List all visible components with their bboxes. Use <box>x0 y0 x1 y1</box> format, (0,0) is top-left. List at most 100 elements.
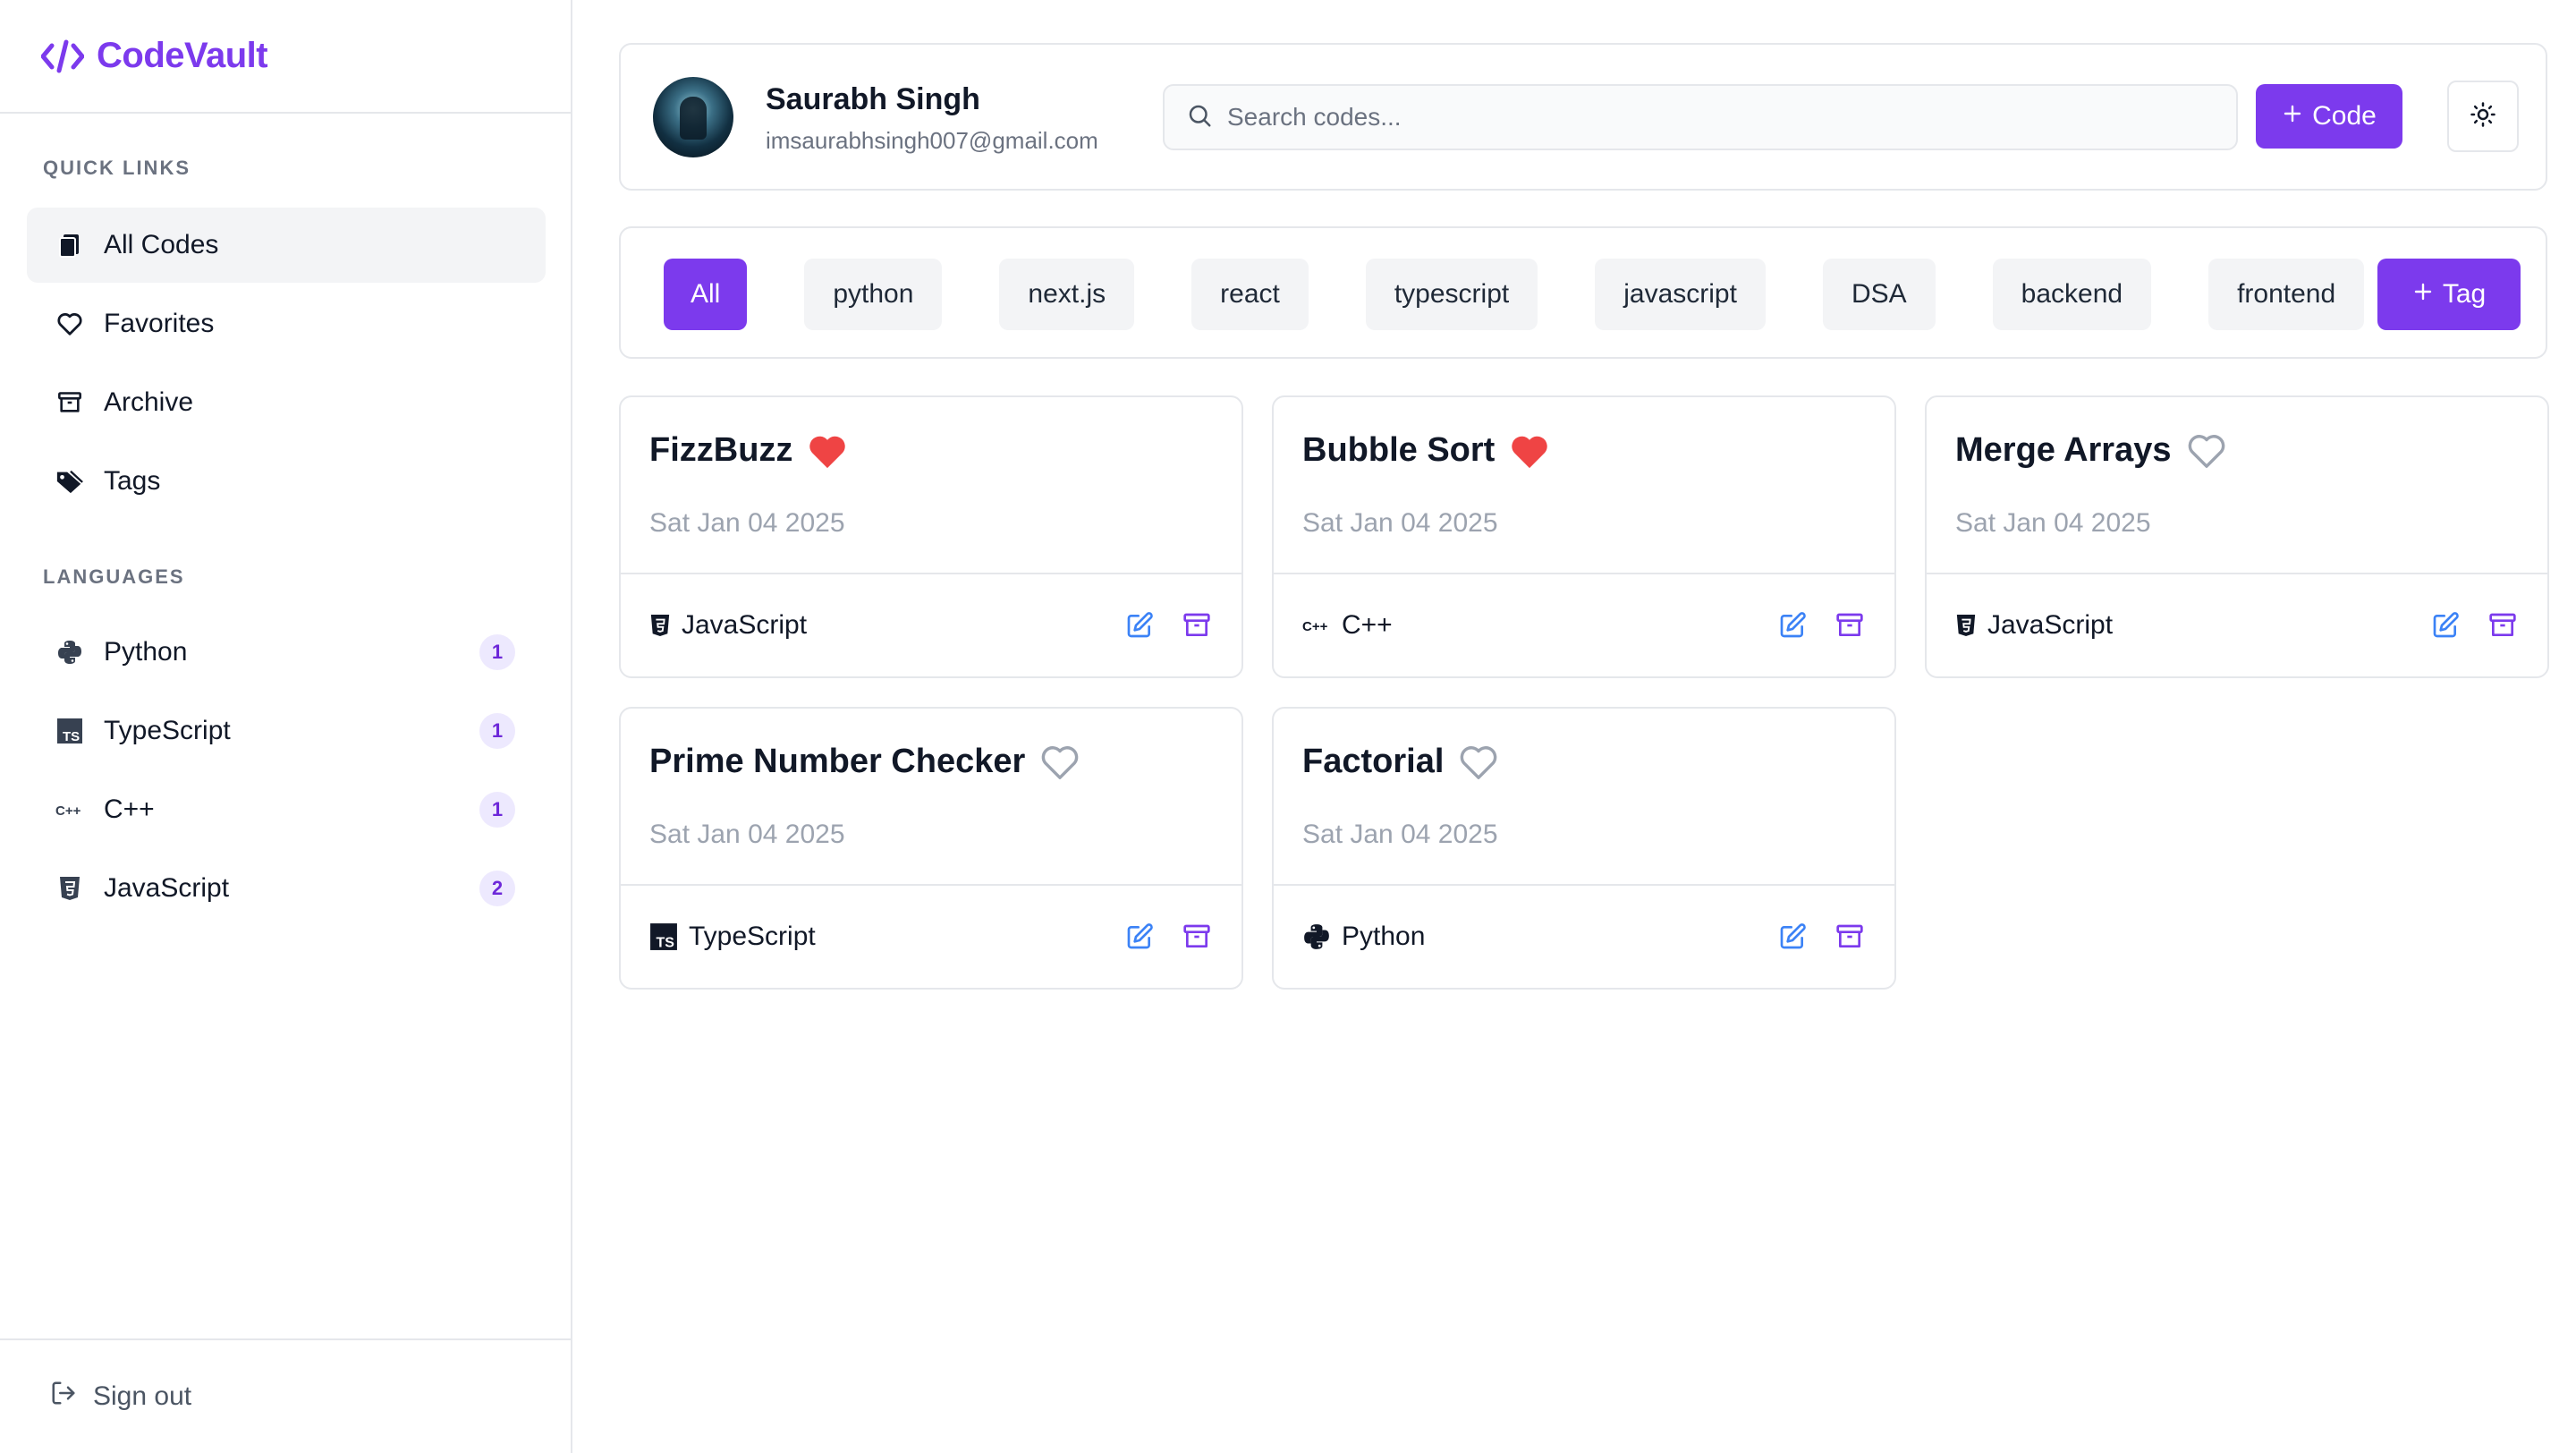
code-card[interactable]: Prime Number Checker Sat Jan 04 2025 TS Typ… <box>619 707 1243 990</box>
code-card[interactable]: FizzBuzz Sat Jan 04 2025 JavaScript <box>619 395 1243 678</box>
tag-chip-typescript[interactable]: typescript <box>1365 259 1538 330</box>
add-tag-button[interactable]: Tag <box>2377 259 2521 330</box>
card-header: FizzBuzz Sat Jan 04 2025 <box>621 397 1241 574</box>
code-card[interactable]: Bubble Sort Sat Jan 04 2025 C++ C++ <box>1272 395 1896 678</box>
tag-chip-nextjs[interactable]: next.js <box>999 259 1135 330</box>
count-badge: 1 <box>479 792 515 828</box>
code-card[interactable]: Factorial Sat Jan 04 2025 Python <box>1272 707 1896 990</box>
add-code-button[interactable]: Code <box>2256 84 2402 149</box>
edit-icon[interactable] <box>1776 609 1809 642</box>
sidebar-item-typescript[interactable]: TS TypeScript 1 <box>27 693 546 769</box>
sidebar-item-python[interactable]: Python 1 <box>27 615 546 690</box>
tag-chip-all[interactable]: All <box>664 259 748 330</box>
card-date: Sat Jan 04 2025 <box>1955 508 2151 538</box>
svg-text:C++: C++ <box>55 803 81 819</box>
tags-icon <box>55 467 84 496</box>
search-input[interactable] <box>1227 103 2211 132</box>
edit-icon[interactable] <box>1123 609 1156 642</box>
avatar[interactable] <box>653 77 733 157</box>
card-date: Sat Jan 04 2025 <box>1302 508 1498 538</box>
card-language-label: C++ <box>1342 610 1393 640</box>
archive-icon <box>55 388 84 417</box>
count-badge: 2 <box>479 871 515 906</box>
typescript-icon: TS <box>55 717 84 745</box>
archive-icon[interactable] <box>1834 609 1866 642</box>
tag-chip-javascript[interactable]: javascript <box>1595 259 1766 330</box>
card-title: Bubble Sort <box>1302 431 1496 469</box>
edit-icon[interactable] <box>1776 921 1809 953</box>
card-title-row: Merge Arrays <box>1955 431 2227 470</box>
svg-text:C++: C++ <box>1302 619 1328 634</box>
copy-icon <box>55 231 84 259</box>
tag-chip-frontend[interactable]: frontend <box>2208 259 2365 330</box>
add-code-label: Code <box>2312 101 2377 131</box>
count-badge: 1 <box>479 713 515 749</box>
tag-chip-react[interactable]: react <box>1191 259 1309 330</box>
typescript-icon: TS <box>649 922 678 951</box>
card-title-row: Bubble Sort <box>1302 431 1550 470</box>
sign-out-button[interactable]: Sign out <box>0 1338 571 1453</box>
archive-icon[interactable] <box>1834 921 1866 953</box>
card-title-row: FizzBuzz <box>649 431 848 470</box>
card-header: Merge Arrays Sat Jan 04 2025 <box>1927 397 2547 574</box>
card-language-label: TypeScript <box>689 922 816 951</box>
sidebar-item-favorites[interactable]: Favorites <box>27 286 546 361</box>
theme-toggle-button[interactable] <box>2447 81 2519 152</box>
tag-chip-dsa[interactable]: DSA <box>1822 259 1936 330</box>
heart-icon[interactable] <box>1039 743 1080 781</box>
edit-icon[interactable] <box>2429 609 2462 642</box>
sidebar-item-all-codes[interactable]: All Codes <box>27 208 546 283</box>
heart-icon[interactable] <box>1458 743 1499 781</box>
card-title: FizzBuzz <box>649 431 793 469</box>
languages-title: LANGUAGES <box>43 565 185 588</box>
code-icon <box>41 38 84 74</box>
svg-text:TS: TS <box>63 729 80 744</box>
archive-icon[interactable] <box>1181 921 1213 953</box>
javascript-icon <box>55 874 84 903</box>
card-date: Sat Jan 04 2025 <box>649 508 845 538</box>
sidebar-item-javascript[interactable]: JavaScript 2 <box>27 851 546 926</box>
archive-icon[interactable] <box>1181 609 1213 642</box>
archive-icon[interactable] <box>2487 609 2519 642</box>
javascript-icon <box>1955 613 1977 638</box>
sidebar-item-archive[interactable]: Archive <box>27 365 546 440</box>
heart-filled-icon[interactable] <box>1509 432 1550 470</box>
sidebar-item-label: Tags <box>104 466 161 496</box>
search-bar[interactable] <box>1163 84 2238 150</box>
card-footer: TS TypeScript <box>621 886 1241 988</box>
card-header: Bubble Sort Sat Jan 04 2025 <box>1274 397 1894 574</box>
code-card[interactable]: Merge Arrays Sat Jan 04 2025 JavaScript <box>1925 395 2549 678</box>
app-name: CodeVault <box>97 36 268 75</box>
brand[interactable]: CodeVault <box>0 0 571 114</box>
sidebar-item-tags[interactable]: Tags <box>27 444 546 519</box>
card-header: Prime Number Checker Sat Jan 04 2025 <box>621 709 1241 886</box>
heart-filled-icon[interactable] <box>807 432 848 470</box>
sidebar-item-cplusplus[interactable]: C++ C++ 1 <box>27 772 546 847</box>
plus-icon <box>2412 279 2434 310</box>
tag-scroll-area[interactable]: All python next.js react typescript java… <box>664 259 2390 330</box>
card-title: Factorial <box>1302 743 1445 780</box>
heart-icon <box>55 310 84 338</box>
sidebar-item-label: C++ <box>104 794 155 824</box>
top-header: Saurabh Singh imsaurabhsingh007@gmail.co… <box>619 43 2547 191</box>
tag-chip-backend[interactable]: backend <box>1992 259 2152 330</box>
card-language: Python <box>1302 922 1776 952</box>
card-language: JavaScript <box>1955 610 2429 641</box>
heart-icon[interactable] <box>2186 432 2227 470</box>
card-date: Sat Jan 04 2025 <box>1302 820 1498 849</box>
tag-chip-python[interactable]: python <box>804 259 943 330</box>
card-actions <box>1123 609 1213 642</box>
quick-links-title: QUICK LINKS <box>43 157 191 179</box>
edit-icon[interactable] <box>1123 921 1156 953</box>
sidebar-item-label: TypeScript <box>104 716 231 745</box>
tag-filter-bar: All python next.js react typescript java… <box>619 226 2547 359</box>
cplusplus-icon: C++ <box>1302 616 1331 634</box>
user-name: Saurabh Singh <box>766 82 980 116</box>
javascript-icon <box>649 613 671 638</box>
search-icon <box>1186 102 1213 133</box>
sidebar: CodeVault QUICK LINKS All Codes Favorite… <box>0 0 572 1453</box>
cplusplus-icon: C++ <box>55 795 84 824</box>
card-actions <box>1776 609 1866 642</box>
sidebar-item-label: Python <box>104 637 188 667</box>
card-date: Sat Jan 04 2025 <box>649 820 845 849</box>
